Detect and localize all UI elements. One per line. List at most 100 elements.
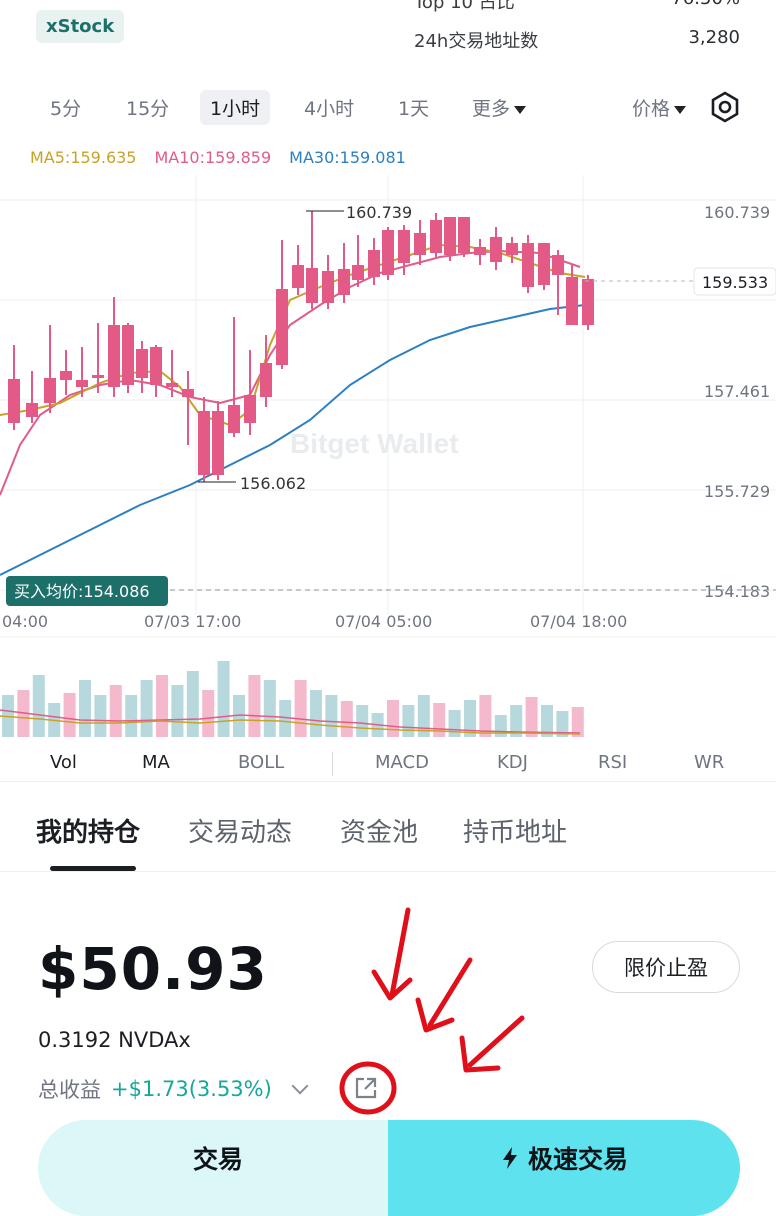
stat-top10: Top 10 占比 76.50% [414, 0, 740, 14]
indicator-boll[interactable]: BOLL [238, 752, 284, 773]
candle-body [260, 363, 272, 397]
fast-trade-label: 极速交易 [527, 1145, 628, 1174]
candle-body [398, 230, 410, 263]
tab-1d[interactable]: 1天 [388, 90, 439, 125]
indicator-ma[interactable]: MA [142, 752, 170, 773]
ma30-value: MA30:159.081 [289, 148, 406, 167]
holding-quantity: 0.3192 NVDAx [38, 1028, 191, 1052]
volume-bar [186, 671, 199, 737]
candle-body [212, 411, 224, 475]
indicator-vol[interactable]: Vol [50, 752, 77, 773]
price-type-select[interactable]: 价格 [622, 90, 696, 125]
candle-body [582, 279, 594, 325]
candlestick-chart[interactable]: Bitget Wallet 160.739 156.062 159.533 16… [0, 175, 776, 741]
candle-body [444, 217, 456, 255]
candle-body [338, 269, 350, 295]
volume-bar [310, 690, 322, 737]
candle-body [306, 268, 318, 303]
x-tick-2: 07/03 17:00 [144, 612, 241, 631]
indicator-kdj[interactable]: KDJ [497, 752, 528, 773]
stat-value: 3,280 [688, 27, 740, 48]
chart-watermark: Bitget Wallet [290, 428, 459, 459]
candle-body [322, 271, 334, 303]
stat-label: Top 10 占比 [414, 0, 515, 13]
price-tick-4: 154.183 [704, 582, 770, 601]
volume-bar [402, 705, 415, 737]
low-marker-label: 156.062 [240, 474, 306, 493]
volume-bar [32, 675, 45, 737]
candle-body [228, 405, 240, 433]
candle-body [276, 289, 288, 365]
volume-bar [387, 700, 399, 737]
candle-body [368, 250, 380, 277]
timeframe-tabs: 5分 15分 1小时 4小时 1天 更多 价格 [0, 84, 776, 130]
candle-body [244, 395, 256, 423]
tab-liquidity-pool[interactable]: 资金池 [340, 812, 418, 849]
price-tick-2: 157.461 [704, 382, 770, 401]
high-marker: 160.739 [306, 203, 412, 222]
price-tick-3: 155.729 [704, 482, 770, 501]
ma5-value: MA5:159.635 [30, 148, 137, 167]
volume-bar [156, 675, 168, 737]
candle-body [60, 371, 72, 380]
section-tabs: 我的持仓 交易动态 资金池 持币地址 [0, 800, 776, 872]
settings-icon[interactable] [708, 90, 742, 124]
candle-body [538, 243, 550, 285]
tab-1h[interactable]: 1小时 [200, 90, 271, 125]
volume-bar [140, 680, 153, 737]
tab-15m[interactable]: 15分 [116, 90, 179, 125]
indicator-macd[interactable]: MACD [375, 752, 429, 773]
stat-label: 24h交易地址数 [414, 31, 539, 52]
volume-bar [109, 685, 122, 737]
pnl-row[interactable]: 总收益 +$1.73(3.53%) [38, 1074, 309, 1104]
volume-bar [294, 680, 307, 737]
candle-body [490, 237, 502, 262]
volume-bar [94, 695, 107, 737]
fast-trade-button[interactable]: 极速交易 [388, 1120, 740, 1216]
x-tick-4: 07/04 18:00 [530, 612, 627, 631]
position-value: $50.93 [38, 935, 268, 1003]
candle-body [166, 383, 178, 387]
candle-body [76, 380, 88, 387]
stat-value: 76.50% [671, 0, 740, 14]
candle-body [506, 243, 518, 255]
lightning-icon [502, 1147, 517, 1169]
ma-legend: MA5:159.635 MA10:159.859 MA30:159.081 [30, 148, 406, 167]
trade-button[interactable]: 交易 [38, 1120, 398, 1216]
candle-body [522, 243, 534, 287]
indicator-wr[interactable]: WR [694, 752, 724, 773]
price-type-label: 价格 [632, 98, 671, 120]
caret-down-icon [674, 105, 687, 114]
tab-more[interactable]: 更多 [462, 90, 536, 125]
tab-4h[interactable]: 4小时 [294, 90, 364, 125]
tab-5m[interactable]: 5分 [40, 90, 91, 125]
volume-bar [63, 693, 76, 737]
volume-bar [340, 701, 353, 737]
candle-body [122, 325, 134, 385]
volume-bar [263, 680, 276, 737]
chevron-down-icon[interactable] [291, 1077, 309, 1095]
high-marker-label: 160.739 [346, 203, 412, 222]
caret-down-icon [514, 105, 527, 114]
avg-buy-label: 买入均价:154.086 [14, 582, 150, 601]
candle-body [292, 265, 304, 288]
candle-body [430, 220, 442, 253]
volume-bar [325, 695, 338, 737]
tab-my-position[interactable]: 我的持仓 [36, 812, 140, 849]
tab-holder-addresses[interactable]: 持币地址 [463, 812, 567, 849]
volume-bars [2, 661, 584, 737]
x-tick-3: 07/04 05:00 [335, 612, 432, 631]
header: xStock Top 10 占比 76.50% 24h交易地址数 3,280 [0, 0, 776, 80]
volume-bar [125, 695, 138, 737]
volume-bar [248, 675, 261, 737]
indicator-rsi[interactable]: RSI [598, 752, 627, 773]
candle-body [566, 277, 578, 325]
tab-trade-activity[interactable]: 交易动态 [188, 812, 292, 849]
indicator-divider [332, 752, 333, 776]
candle-body [352, 265, 364, 280]
x-tick-1: 04:00 [2, 612, 48, 631]
limit-take-profit-button[interactable]: 限价止盈 [592, 941, 740, 993]
current-price-label: 159.533 [702, 273, 768, 292]
candle-body [150, 347, 162, 385]
candle-body [136, 349, 148, 378]
